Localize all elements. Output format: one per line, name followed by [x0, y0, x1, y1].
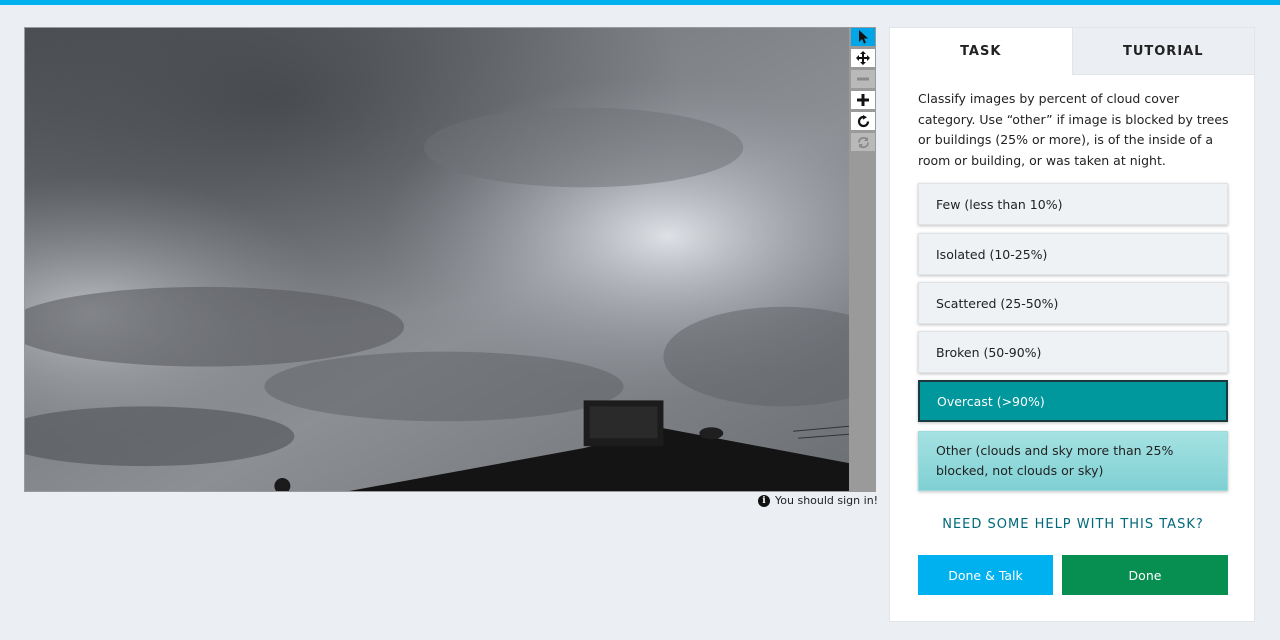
tab-task[interactable]: TASK [890, 28, 1072, 75]
viewer-toolbar [850, 27, 876, 492]
pointer-icon[interactable] [851, 28, 875, 46]
answer-label: Few (less than 10%) [936, 196, 1063, 212]
answer-label: Overcast (>90%) [937, 393, 1045, 409]
answer-label: Scattered (25-50%) [936, 295, 1059, 311]
answer-label: Broken (50-90%) [936, 344, 1042, 360]
info-icon: i [758, 494, 770, 507]
subject-image[interactable] [24, 27, 850, 492]
help-link[interactable]: NEED SOME HELP WITH THIS TASK? [890, 517, 1256, 532]
zoom-out-icon[interactable] [851, 70, 875, 88]
answer-broken[interactable]: Broken (50-90%) [918, 331, 1228, 373]
answer-isolated[interactable]: Isolated (10-25%) [918, 233, 1228, 275]
answer-scattered[interactable]: Scattered (25-50%) [918, 282, 1228, 324]
signin-message: You should sign in! [775, 494, 879, 507]
zoom-in-icon[interactable] [851, 91, 875, 109]
rotate-icon[interactable] [851, 112, 875, 130]
panel-tabs: TASK TUTORIAL [890, 28, 1254, 75]
reset-icon[interactable] [851, 133, 875, 151]
signin-notice: i You should sign in! [758, 494, 878, 507]
accent-top-bar [0, 0, 1280, 5]
answer-other[interactable]: Other (clouds and sky more than 25% bloc… [918, 431, 1228, 491]
answer-few[interactable]: Few (less than 10%) [918, 183, 1228, 225]
answer-label: Other (clouds and sky more than 25% bloc… [936, 443, 1174, 478]
answer-label: Isolated (10-25%) [936, 246, 1048, 262]
answer-overcast[interactable]: Overcast (>90%) [918, 380, 1228, 422]
done-button[interactable]: Done [1062, 555, 1228, 595]
task-panel: TASK TUTORIAL Classify images by percent… [889, 27, 1255, 622]
cloudy-sky-photo [25, 28, 849, 491]
tab-tutorial[interactable]: TUTORIAL [1071, 28, 1254, 75]
move-icon[interactable] [851, 49, 875, 67]
task-instructions: Classify images by percent of cloud cove… [918, 91, 1229, 168]
done-and-talk-button[interactable]: Done & Talk [918, 555, 1053, 595]
subject-viewer [24, 27, 876, 492]
